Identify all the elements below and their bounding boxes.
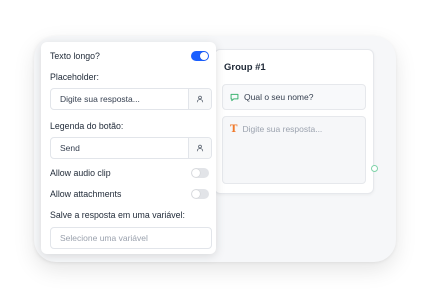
user-variable-icon [196, 144, 204, 152]
group-title[interactable]: Group #1 [224, 62, 266, 73]
bubble-text: Qual o seu nome? [244, 92, 314, 102]
audio-clip-toggle[interactable] [191, 168, 209, 178]
toggle-knob [192, 169, 200, 177]
input-placeholder-preview: Digite sua resposta... [242, 124, 323, 134]
toggle-knob [200, 52, 208, 60]
button-label-input[interactable]: Send [50, 137, 212, 159]
placeholder-value: Digite sua resposta... [60, 94, 140, 104]
text-bubble-block[interactable]: Qual o seu nome? [222, 84, 366, 110]
chat-bubble-icon [230, 93, 239, 101]
long-text-label: Texto longo? [50, 51, 100, 61]
attachments-label: Allow attachments [50, 189, 122, 199]
attachments-toggle[interactable] [191, 189, 209, 199]
button-label-value: Send [60, 143, 80, 153]
variable-select[interactable]: Selecione uma variável [50, 227, 212, 249]
variable-picker-button[interactable] [188, 89, 211, 109]
button-label-label: Legenda do botão: [50, 121, 124, 131]
variable-select-placeholder: Selecione uma variável [60, 233, 148, 243]
placeholder-label: Placeholder: [50, 72, 99, 82]
text-input-block[interactable]: T Digite sua resposta... [222, 116, 366, 184]
settings-panel: Texto longo? Placeholder: Digite sua res… [41, 42, 216, 254]
long-text-toggle[interactable] [191, 51, 209, 61]
audio-clip-label: Allow audio clip [50, 168, 111, 178]
text-input-icon: T [230, 123, 238, 135]
connection-endpoint[interactable] [371, 165, 378, 172]
user-variable-icon [196, 95, 204, 103]
group-card[interactable]: Group #1 Qual o seu nome? T Digite sua r… [214, 49, 374, 194]
placeholder-input[interactable]: Digite sua resposta... [50, 88, 212, 110]
toggle-knob [192, 190, 200, 198]
variable-picker-button[interactable] [188, 138, 211, 158]
save-variable-label: Salve a resposta em uma variável: [50, 210, 185, 220]
